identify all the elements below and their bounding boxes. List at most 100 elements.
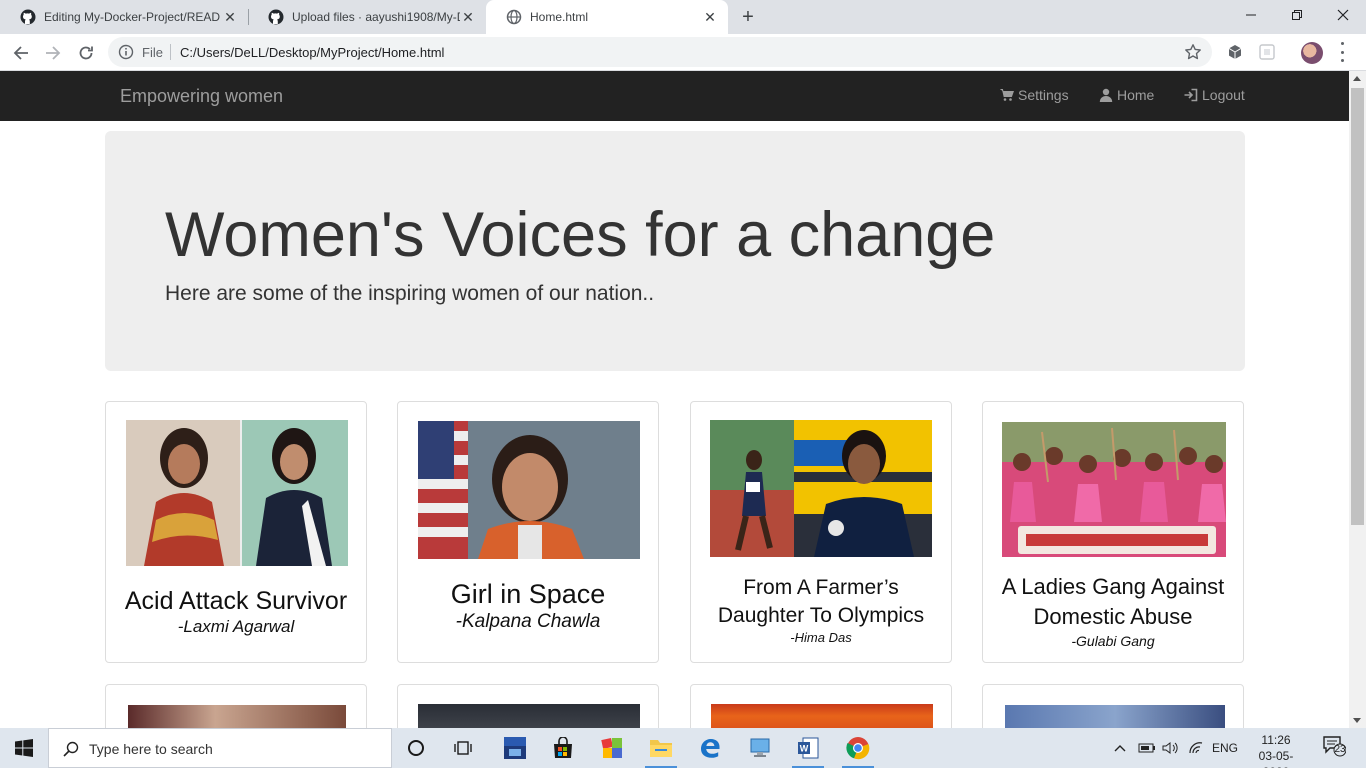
- taskbar-app-edge[interactable]: [688, 728, 732, 768]
- chevron-up-icon: [1114, 745, 1126, 752]
- cortana-circle-icon: [408, 740, 424, 756]
- show-hidden-icons-button[interactable]: [1114, 740, 1126, 756]
- browser-toolbar: File C:/Users/DeLL/Desktop/MyProject/Hom…: [0, 34, 1366, 71]
- wifi-icon: [1189, 742, 1203, 754]
- card-laxmi-agarwal[interactable]: Acid Attack Survivor -Laxmi Agarwal: [105, 401, 367, 663]
- card-row2-2[interactable]: [397, 684, 659, 728]
- arrow-right-icon: [46, 46, 61, 60]
- input-language-indicator[interactable]: ENG: [1212, 740, 1238, 756]
- close-window-button[interactable]: [1320, 0, 1366, 30]
- restore-button[interactable]: [1274, 0, 1320, 30]
- taskbar-app-dev-cpp[interactable]: [493, 728, 537, 768]
- nav-logout-label: Logout: [1202, 87, 1245, 103]
- card-subtitle: -Gulabi Gang: [1071, 633, 1155, 649]
- card-row2-4[interactable]: [982, 684, 1244, 728]
- extension-cube-icon[interactable]: [1226, 43, 1244, 61]
- reload-icon: [79, 46, 93, 60]
- globe-icon: [506, 9, 522, 25]
- card-photo-hima-das: [710, 420, 932, 557]
- extension-box-icon[interactable]: [1258, 43, 1276, 61]
- card-kalpana-chawla[interactable]: Girl in Space -Kalpana Chawla: [397, 401, 659, 663]
- minimize-button[interactable]: [1228, 0, 1274, 30]
- store-bag-icon: [554, 737, 572, 758]
- profile-avatar[interactable]: [1301, 42, 1323, 64]
- svg-text:W: W: [800, 744, 809, 754]
- taskbar-app-file-explorer[interactable]: [639, 728, 683, 768]
- taskbar-app-store[interactable]: [541, 728, 585, 768]
- windows-logo-icon: [15, 739, 33, 757]
- omnibox-divider: [170, 44, 171, 60]
- card-hima-das[interactable]: From A Farmer’s Daughter To Olympics -Hi…: [690, 401, 952, 663]
- arrow-left-icon: [13, 46, 28, 60]
- computer-icon: [750, 738, 770, 757]
- tab-upload-files[interactable]: Upload files · aayushi1908/My-Do ✕: [248, 0, 486, 34]
- start-button[interactable]: [0, 728, 48, 768]
- cortana-button[interactable]: [394, 728, 438, 768]
- notification-count: 23: [1334, 744, 1346, 755]
- card-subtitle: -Laxmi Agarwal: [177, 617, 295, 636]
- card-photo: [418, 704, 640, 728]
- cart-icon: [1000, 89, 1014, 101]
- tab-editing-readme[interactable]: Editing My-Docker-Project/READ ✕: [0, 0, 248, 34]
- taskbar-app-this-pc[interactable]: [738, 728, 782, 768]
- close-tab-icon[interactable]: ✕: [222, 9, 238, 25]
- address-bar[interactable]: File C:/Users/DeLL/Desktop/MyProject/Hom…: [108, 37, 1212, 67]
- paint-3d-icon: [601, 738, 622, 758]
- reload-button[interactable]: [73, 40, 99, 66]
- dev-cpp-icon: [504, 737, 526, 759]
- scrollbar-thumb[interactable]: [1351, 88, 1364, 525]
- forward-button[interactable]: [40, 40, 66, 66]
- card-caption: Acid Attack Survivor -Laxmi Agarwal: [106, 586, 366, 638]
- nav-logout[interactable]: Logout: [1184, 87, 1245, 103]
- site-navbar: Empowering women Settings Home Logout: [0, 71, 1349, 121]
- site-brand[interactable]: Empowering women: [120, 86, 283, 107]
- task-view-icon: [454, 741, 472, 755]
- card-row2-3[interactable]: [690, 684, 952, 728]
- nav-home[interactable]: Home: [1099, 87, 1154, 103]
- windows-taskbar: Type here to search W ENG 11:26 03-05- 2…: [0, 728, 1366, 768]
- task-view-button[interactable]: [441, 728, 485, 768]
- bookmark-star-icon[interactable]: [1184, 43, 1202, 61]
- card-subtitle: -Kalpana Chawla: [455, 611, 601, 632]
- hero-title: Women's Voices for a change: [165, 200, 996, 270]
- scroll-down-arrow[interactable]: [1353, 718, 1361, 723]
- card-caption: A Ladies Gang Against Domestic Abuse -Gu…: [983, 572, 1243, 650]
- tab-home-html[interactable]: Home.html ✕: [486, 0, 728, 34]
- nav-home-label: Home: [1117, 87, 1155, 103]
- card-gulabi-gang[interactable]: A Ladies Gang Against Domestic Abuse -Gu…: [982, 401, 1244, 663]
- nav-settings[interactable]: Settings: [1000, 87, 1069, 103]
- restore-icon: [1292, 10, 1302, 20]
- close-tab-icon[interactable]: ✕: [702, 9, 718, 25]
- card-row2-1[interactable]: [105, 684, 367, 728]
- hero-jumbotron: Women's Voices for a change Here are som…: [105, 131, 1245, 371]
- word-icon: W: [798, 737, 819, 759]
- folder-icon: [650, 740, 672, 757]
- card-title: Acid Attack Survivor: [124, 587, 348, 615]
- search-placeholder: Type here to search: [89, 741, 213, 757]
- taskbar-clock[interactable]: 11:26 03-05-2020: [1248, 732, 1304, 768]
- tab-strip: Editing My-Docker-Project/READ ✕ Upload …: [0, 0, 1366, 34]
- volume-control[interactable]: [1162, 740, 1180, 756]
- taskbar-app-paint[interactable]: [590, 728, 634, 768]
- network-status[interactable]: [1188, 740, 1204, 756]
- taskbar-app-chrome[interactable]: [836, 728, 880, 768]
- action-center-button[interactable]: 23: [1322, 736, 1346, 757]
- clock-time: 11:26: [1261, 733, 1291, 747]
- edge-icon: [701, 739, 720, 758]
- tab-title: Upload files · aayushi1908/My-Do: [292, 10, 460, 24]
- scroll-up-arrow[interactable]: [1353, 76, 1361, 81]
- taskbar-app-word[interactable]: W: [786, 728, 830, 768]
- card-photo-kalpana-chawla: [418, 421, 640, 559]
- tab-title: Editing My-Docker-Project/READ: [44, 10, 221, 24]
- battery-status[interactable]: [1138, 740, 1156, 756]
- back-button[interactable]: [8, 40, 34, 66]
- page-scrollbar[interactable]: [1349, 71, 1366, 728]
- taskbar-search-box[interactable]: Type here to search: [48, 728, 392, 768]
- card-caption: Girl in Space -Kalpana Chawla: [398, 578, 658, 634]
- url-text[interactable]: C:/Users/DeLL/Desktop/MyProject/Home.htm…: [180, 45, 444, 60]
- close-tab-icon[interactable]: ✕: [460, 9, 476, 25]
- browser-menu-button[interactable]: [1338, 42, 1346, 62]
- github-icon: [20, 9, 36, 25]
- new-tab-button[interactable]: +: [737, 6, 759, 28]
- info-icon[interactable]: [118, 44, 134, 60]
